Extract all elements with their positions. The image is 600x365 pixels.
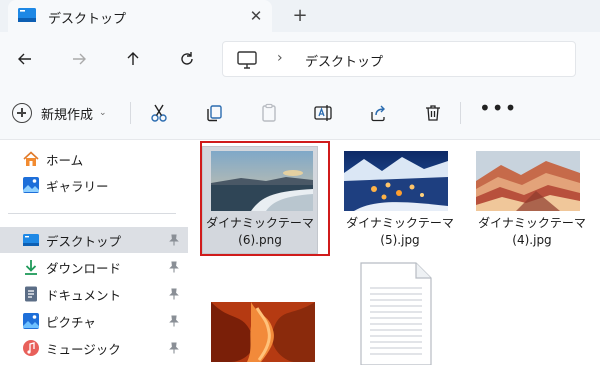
gallery-icon [23,177,39,193]
new-tab-button[interactable]: + [288,5,312,27]
sidebar-item-pictures[interactable]: ピクチャ [0,308,188,334]
file-name-line2: (5).jpg [380,233,420,247]
music-icon [23,340,39,356]
refresh-button[interactable] [174,46,200,72]
sidebar-item-home[interactable]: ホーム [0,146,188,172]
new-button-label: 新規作成 [41,107,94,123]
file-item[interactable]: ダイナミックテーマ (4).jpg [468,140,594,256]
breadcrumb-separator: › [277,50,283,66]
file-name-line2: (4).jpg [512,233,552,247]
address-bar[interactable]: › デスクトップ [222,41,576,77]
sidebar-item-music[interactable]: ミュージック [0,335,188,361]
chevron-down-icon: ⌄ [99,108,107,118]
arrow-left-icon [18,53,31,65]
toolbar-divider [460,102,461,124]
text-document-icon [360,262,432,365]
thumbnail-snow-village-image [344,151,448,211]
paste-button[interactable] [257,101,281,125]
tab-close-icon[interactable]: ✕ [246,6,266,26]
pin-icon[interactable] [168,342,180,354]
command-bar: 新規作成 ⌄ ••• [0,86,600,140]
sidebar-item-label: ドキュメント [46,287,122,303]
sidebar-item-label: ギャラリー [46,178,109,194]
file-name-line1: ダイナミックテーマ [478,216,586,230]
breadcrumb-desktop[interactable]: デスクトップ [305,51,383,70]
tab-strip: デスクトップ ✕ + [0,0,600,32]
sidebar-item-label: ミュージック [46,341,121,357]
arrow-right-icon [73,53,86,65]
thumbnail-rainbow-mountains-image [476,151,580,211]
download-icon [25,260,37,275]
desktop-folder-icon [23,234,39,246]
pictures-icon [23,313,39,329]
trash-icon [426,105,440,121]
up-button[interactable] [120,46,146,72]
cut-button[interactable] [147,101,171,125]
file-name-line1: ダイナミックテーマ [346,216,454,230]
file-item[interactable] [336,260,462,365]
sidebar-item-downloads[interactable]: ダウンロード [0,254,188,280]
more-options-icon[interactable]: ••• [479,98,516,125]
rename-button[interactable] [311,101,335,125]
highlight-annotation [200,141,330,256]
file-item[interactable] [196,290,322,365]
document-icon [25,286,37,302]
navigation-pane: ホーム ギャラリー デスクトップ ダウンロード ドキュメント ピクチャ ミュージ… [0,140,188,365]
file-name: ダイナミックテーマ (4).jpg [472,215,592,249]
clipboard-icon [262,103,276,122]
back-button[interactable] [12,46,38,72]
rename-icon [314,105,332,121]
delete-button[interactable] [421,101,445,125]
sidebar-divider [8,213,176,214]
file-name: ダイナミックテーマ (5).jpg [340,215,460,249]
copy-icon [207,105,222,122]
sidebar-item-gallery[interactable]: ギャラリー [0,172,188,198]
thumbnail-canyon-image [211,302,315,362]
pin-icon[interactable] [168,315,180,327]
refresh-icon [181,52,193,65]
sidebar-item-documents[interactable]: ドキュメント [0,281,188,307]
sidebar-item-label: デスクトップ [46,233,122,249]
pin-icon[interactable] [168,261,180,273]
sidebar-item-desktop[interactable]: デスクトップ [0,227,188,253]
sidebar-item-label: ホーム [46,152,84,168]
desktop-folder-icon [18,8,36,22]
home-icon [23,151,39,166]
plus-circle-icon [12,103,32,123]
sidebar-item-label: ダウンロード [46,260,122,276]
tab-title: デスクトップ [48,12,127,27]
share-button[interactable] [366,101,390,125]
pin-icon[interactable] [168,234,180,246]
scissors-icon [151,104,167,122]
arrow-up-icon [127,52,139,65]
copy-button[interactable] [202,101,226,125]
navigation-bar: › デスクトップ [0,32,600,86]
file-item[interactable]: ダイナミックテーマ (5).jpg [336,140,462,256]
forward-button[interactable] [66,46,92,72]
tab-desktop[interactable]: デスクトップ ✕ [8,0,272,32]
toolbar-divider [130,102,131,124]
new-button[interactable]: 新規作成 ⌄ [12,100,107,126]
pin-icon[interactable] [168,288,180,300]
sidebar-item-label: ピクチャ [46,314,96,330]
share-icon [371,105,385,122]
monitor-icon [237,51,257,69]
